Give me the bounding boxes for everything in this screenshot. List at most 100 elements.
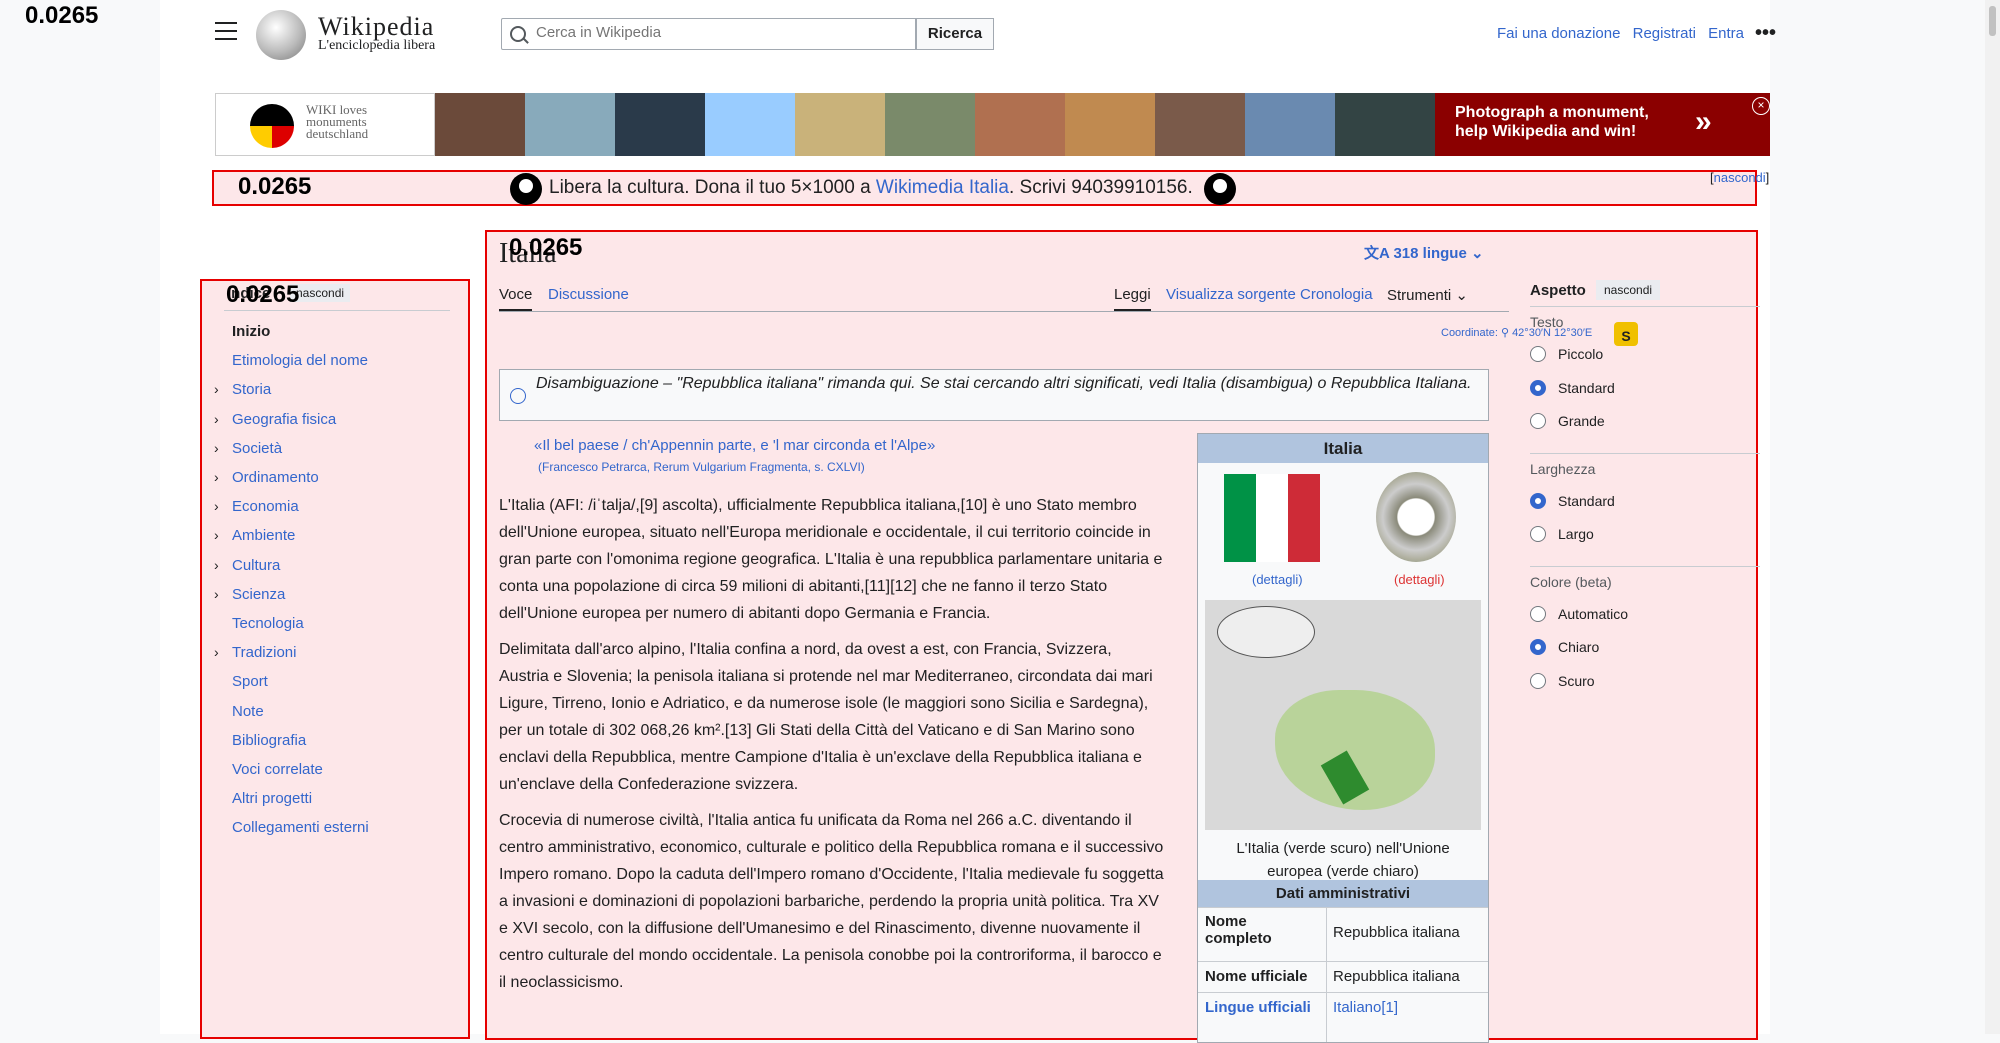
epigraph-source[interactable]: (Francesco Petrarca, Rerum Vulgarium Fra… <box>538 460 865 474</box>
toc-item[interactable]: Etimologia del nome <box>232 352 368 369</box>
toc-item[interactable]: Inizio <box>232 323 270 340</box>
toc-item[interactable]: Collegamenti esterni <box>232 819 369 836</box>
paragraph-geography: Delimitata dall'arco alpino, l'Italia co… <box>499 641 1153 793</box>
toc-item[interactable]: Note <box>232 703 264 720</box>
appearance-hide-button[interactable]: nascondi <box>1596 280 1661 300</box>
cultura-post: . Scrivi 94039910156. <box>1008 177 1193 198</box>
infobox-value[interactable]: Italiano[1] <box>1333 999 1398 1016</box>
radio-button[interactable] <box>1530 526 1546 542</box>
toc-item[interactable]: Scienza <box>232 586 285 603</box>
epigraph-quote[interactable]: «Il bel paese / ch'Appennin parte, e 'l … <box>534 437 935 454</box>
tools-label: Strumenti <box>1387 287 1452 304</box>
wiki-loves-monuments-logo: WIKI loves monuments deutschland <box>215 93 435 156</box>
coords-label: Coordinate: <box>1441 327 1498 339</box>
donate-link[interactable]: Fai una donazione <box>1497 25 1620 42</box>
appearance-divider <box>1530 452 1760 454</box>
campaign-banner[interactable]: WIKI loves monuments deutschland Photogr… <box>215 93 1770 156</box>
radio-button[interactable] <box>1530 379 1546 396</box>
toc-item[interactable]: Tecnologia <box>232 615 304 632</box>
flag-details-link[interactable]: (dettagli) <box>1252 572 1303 587</box>
login-link[interactable]: Entra <box>1708 25 1744 42</box>
tab-voce[interactable]: Voce <box>499 286 533 311</box>
appearance-divider <box>1530 306 1760 307</box>
search-box[interactable] <box>501 18 916 50</box>
chevron-right-icon[interactable]: › <box>214 498 219 514</box>
banner-text[interactable]: Photograph a monument, help Wikipedia an… <box>1455 103 1665 141</box>
chevron-right-icon[interactable]: › <box>214 527 219 543</box>
radio-button[interactable] <box>1530 492 1546 509</box>
tab-visualizza-sorgente[interactable]: Visualizza sorgente <box>1166 286 1296 303</box>
toc-item[interactable]: Cultura <box>232 557 280 574</box>
wikimedia-italia-link[interactable]: Wikimedia Italia <box>876 177 1009 198</box>
chevron-right-icon[interactable]: › <box>214 440 219 456</box>
banner-close-icon[interactable]: × <box>1752 97 1770 115</box>
radio-button[interactable] <box>1530 672 1546 689</box>
toc-item[interactable]: Società <box>232 440 282 457</box>
radio-button[interactable] <box>1530 605 1546 622</box>
infobox: Italia (dettagli) (dettagli) L'Italia (v… <box>1197 433 1489 1043</box>
paragraph-history: Crocevia di numerose civiltà, l'Italia a… <box>499 812 1164 991</box>
location-map[interactable] <box>1205 600 1481 830</box>
tab-cronologia[interactable]: Cronologia <box>1300 286 1373 303</box>
toc-item[interactable]: Ordinamento <box>232 469 319 486</box>
banner-arrow-icon[interactable]: » <box>1695 105 1712 139</box>
scrollbar-thumb[interactable] <box>1989 6 1996 36</box>
map-pin-icon: ⚲ <box>1500 327 1509 339</box>
toc-item[interactable]: Voci correlate <box>232 761 323 778</box>
coordinates[interactable]: Coordinate: ⚲ 42°30′N 12°30′E <box>1441 326 1592 339</box>
radio-label[interactable]: Scuro <box>1558 673 1595 689</box>
wlm-logo-line-3: deutschland <box>306 126 369 141</box>
scrollbar[interactable] <box>1985 0 2000 1034</box>
tab-strumenti[interactable]: Strumenti ⌄ <box>1387 286 1468 304</box>
menu-icon[interactable] <box>215 22 237 40</box>
radio-label[interactable]: Chiaro <box>1558 639 1599 655</box>
world-inset-map <box>1217 606 1315 658</box>
radio-label[interactable]: Automatico <box>1558 606 1628 622</box>
toc-item[interactable]: Altri progetti <box>232 790 312 807</box>
toc-item[interactable]: Sport <box>232 673 268 690</box>
cultura-text: Libera la cultura. Dona il tuo 5×1000 a … <box>549 177 1193 199</box>
toc-item[interactable]: Ambiente <box>232 527 295 544</box>
chevron-right-icon[interactable]: › <box>214 644 219 660</box>
tab-discussione[interactable]: Discussione <box>548 286 629 303</box>
radio-label[interactable]: Grande <box>1558 413 1605 429</box>
infobox-section-header: Dati amministrativi <box>1198 880 1488 907</box>
radio-button[interactable] <box>1530 639 1546 655</box>
toc-item[interactable]: Storia <box>232 381 271 398</box>
disambiguation-text: Disambiguazione – "Repubblica italiana" … <box>536 375 1472 392</box>
radio-button[interactable] <box>1530 413 1546 429</box>
hide-notice-label[interactable]: nascondi <box>1714 170 1766 185</box>
chevron-right-icon[interactable]: › <box>214 586 219 602</box>
radio-label[interactable]: Standard <box>1558 493 1615 509</box>
wikipedia-globe-icon[interactable] <box>256 10 306 60</box>
chevron-right-icon[interactable]: › <box>214 381 219 397</box>
monument-photos <box>435 93 1435 156</box>
language-button[interactable]: 文A 318 lingue ⌄ <box>1364 242 1484 263</box>
chevron-right-icon[interactable]: › <box>214 469 219 485</box>
radio-label[interactable]: Standard <box>1558 380 1615 396</box>
hide-notice-link[interactable]: [nascondi] <box>1710 170 1769 185</box>
infobox-key[interactable]: Lingue ufficiali <box>1205 999 1311 1016</box>
chevron-right-icon[interactable]: › <box>214 557 219 573</box>
radio-label[interactable]: Piccolo <box>1558 346 1603 362</box>
chevron-right-icon[interactable]: › <box>214 411 219 427</box>
italian-flag-image[interactable] <box>1224 474 1320 562</box>
radio-button[interactable] <box>1530 346 1546 362</box>
toc-item[interactable]: Tradizioni <box>232 644 296 661</box>
italian-emblem-image[interactable] <box>1376 472 1456 562</box>
more-options-icon[interactable]: ••• <box>1755 22 1776 45</box>
toc-item[interactable]: Bibliografia <box>232 732 306 749</box>
appearance-group-label: Testo <box>1530 314 1564 330</box>
radio-label[interactable]: Largo <box>1558 526 1594 542</box>
search-input[interactable] <box>534 23 908 42</box>
appearance-group-label: Colore (beta) <box>1530 573 1612 590</box>
tab-leggi[interactable]: Leggi <box>1114 286 1151 311</box>
infobox-value: Repubblica italiana <box>1333 924 1460 941</box>
semi-protection-lock-icon[interactable]: S <box>1614 322 1638 346</box>
wlm-swirl-icon <box>250 104 294 148</box>
search-button[interactable]: Ricerca <box>916 18 994 50</box>
register-link[interactable]: Registrati <box>1633 25 1696 42</box>
toc-item[interactable]: Economia <box>232 498 299 515</box>
toc-item[interactable]: Geografia fisica <box>232 411 336 428</box>
emblem-details-link[interactable]: (dettagli) <box>1394 572 1445 587</box>
